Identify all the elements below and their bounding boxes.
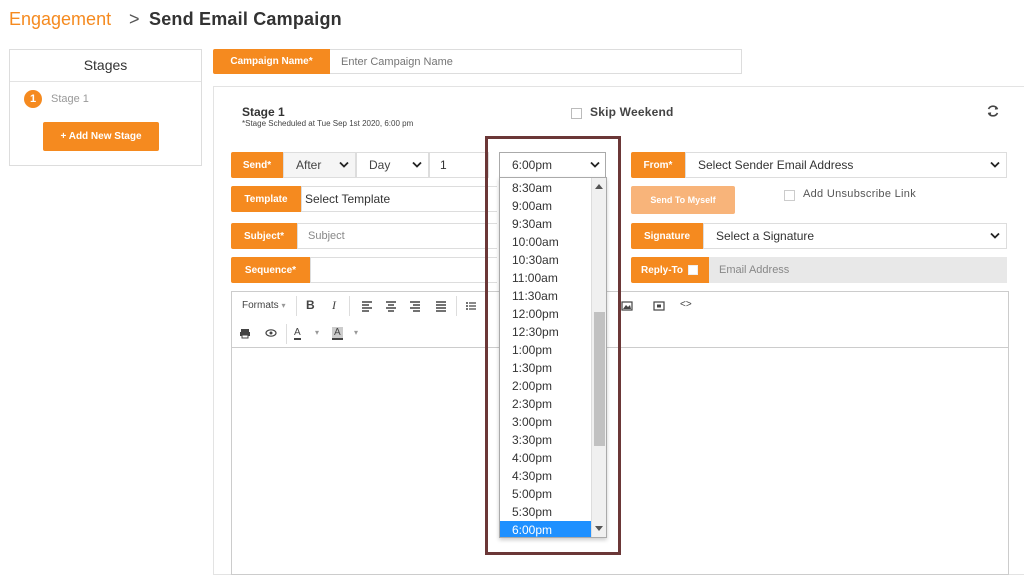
reply-to-label: Reply-To xyxy=(631,257,709,283)
bullet-list-icon[interactable] xyxy=(460,295,482,317)
send-label: Send* xyxy=(231,152,283,178)
chevron-down-icon xyxy=(990,232,1000,239)
scroll-down-icon[interactable] xyxy=(595,526,603,531)
unsubscribe-link-label: Add Unsubscribe Link xyxy=(803,188,917,200)
formats-dropdown[interactable]: Formats ▾ xyxy=(242,300,285,311)
refresh-icon[interactable] xyxy=(986,104,1000,118)
send-time-value: 6:00pm xyxy=(512,158,553,172)
align-center-icon[interactable] xyxy=(380,295,402,317)
text-color-icon[interactable]: A xyxy=(294,327,301,340)
time-option[interactable]: 8:30am xyxy=(500,179,591,197)
print-icon[interactable] xyxy=(234,322,256,344)
time-options-list: 8:30am 9:00am 9:30am 10:00am 10:30am 11:00am 1… xyxy=(500,179,591,537)
campaign-name-label: Campaign Name* xyxy=(213,49,330,74)
sequence-label: Sequence* xyxy=(231,257,310,283)
time-option[interactable]: 5:30pm xyxy=(500,503,591,521)
chevron-down-icon xyxy=(990,161,1000,168)
time-option[interactable]: 4:00pm xyxy=(500,449,591,467)
email-body-editor[interactable]: Formats ▾ B I <> A ▾ A ▾ xyxy=(231,291,1009,575)
time-option[interactable]: 12:30pm xyxy=(500,323,591,341)
stage-item[interactable]: 1 Stage 1 xyxy=(24,90,89,108)
stages-panel: Stages 1 Stage 1 + Add New Stage xyxy=(9,49,202,166)
formats-label: Formats xyxy=(242,300,279,311)
from-email-select[interactable]: Select Sender Email Address xyxy=(685,152,1007,178)
stage-number-badge: 1 xyxy=(24,90,42,108)
time-option[interactable]: 2:30pm xyxy=(500,395,591,413)
time-option[interactable]: 6:00pm xyxy=(500,521,591,537)
stage-item-label: Stage 1 xyxy=(51,93,89,105)
from-email-value: Select Sender Email Address xyxy=(698,158,854,172)
reply-to-checkbox[interactable] xyxy=(688,265,699,275)
time-option[interactable]: 3:30pm xyxy=(500,431,591,449)
time-option[interactable]: 1:00pm xyxy=(500,341,591,359)
chevron-down-icon[interactable]: ▾ xyxy=(354,328,358,337)
template-select[interactable]: Select Template xyxy=(301,186,497,212)
image-icon[interactable] xyxy=(616,295,638,317)
chevron-down-icon xyxy=(590,161,600,168)
align-right-icon[interactable] xyxy=(404,295,426,317)
time-option[interactable]: 12:00pm xyxy=(500,305,591,323)
editor-toolbar: Formats ▾ B I <> A ▾ A ▾ xyxy=(232,292,1008,348)
time-option[interactable]: 10:00am xyxy=(500,233,591,251)
time-option[interactable]: 9:30am xyxy=(500,215,591,233)
chevron-down-icon xyxy=(339,161,349,168)
send-unit-value: Day xyxy=(369,158,391,172)
signature-label: Signature xyxy=(631,223,703,249)
stage-title: Stage 1 xyxy=(242,105,285,119)
send-count-input[interactable]: 1 xyxy=(429,152,489,178)
align-left-icon[interactable] xyxy=(356,295,378,317)
time-option[interactable]: 9:00am xyxy=(500,197,591,215)
scroll-up-icon[interactable] xyxy=(595,184,603,189)
preview-eye-icon[interactable] xyxy=(260,322,282,344)
skip-weekend-label: Skip Weekend xyxy=(590,105,674,119)
subject-input[interactable]: Subject xyxy=(297,223,497,249)
align-justify-icon[interactable] xyxy=(430,295,452,317)
background-color-icon[interactable]: A xyxy=(332,327,343,340)
time-option[interactable]: 1:30pm xyxy=(500,359,591,377)
bold-icon[interactable]: B xyxy=(306,298,315,312)
chevron-down-icon[interactable]: ▾ xyxy=(315,328,319,337)
skip-weekend-checkbox[interactable] xyxy=(571,108,582,119)
send-time-select[interactable]: 6:00pm xyxy=(499,152,606,178)
media-icon[interactable] xyxy=(648,295,670,317)
time-option[interactable]: 5:00pm xyxy=(500,485,591,503)
time-option[interactable]: 4:30pm xyxy=(500,467,591,485)
time-options-dropdown[interactable]: 8:30am 9:00am 9:30am 10:00am 10:30am 11:00am 1… xyxy=(499,177,607,538)
send-to-myself-button[interactable]: Send To Myself xyxy=(631,186,735,214)
sequence-select[interactable] xyxy=(310,257,497,283)
campaign-name-input[interactable] xyxy=(330,49,742,74)
signature-value: Select a Signature xyxy=(716,229,815,243)
time-option[interactable]: 11:00am xyxy=(500,269,591,287)
unsubscribe-link-checkbox[interactable] xyxy=(784,190,795,201)
time-option[interactable]: 10:30am xyxy=(500,251,591,269)
stages-title: Stages xyxy=(10,50,201,82)
time-option[interactable]: 11:30am xyxy=(500,287,591,305)
from-label: From* xyxy=(631,152,685,178)
scrollbar-thumb[interactable] xyxy=(594,312,605,446)
italic-icon[interactable]: I xyxy=(332,298,336,313)
breadcrumb-engagement-link[interactable]: Engagement xyxy=(9,9,111,30)
send-unit-select[interactable]: Day xyxy=(356,152,429,178)
subject-label: Subject* xyxy=(231,223,297,249)
breadcrumb-separator: > xyxy=(129,9,140,29)
template-label: Template xyxy=(231,186,301,212)
reply-to-input[interactable]: Email Address xyxy=(709,257,1007,283)
add-new-stage-button[interactable]: + Add New Stage xyxy=(43,122,159,151)
time-option[interactable]: 3:00pm xyxy=(500,413,591,431)
stage-schedule-text: *Stage Scheduled at Tue Sep 1st 2020, 6:… xyxy=(242,119,414,128)
send-when-value: After xyxy=(296,158,322,172)
page-title: Send Email Campaign xyxy=(149,9,342,29)
chevron-down-icon xyxy=(412,161,422,168)
time-option[interactable]: 2:00pm xyxy=(500,377,591,395)
dropdown-scrollbar[interactable] xyxy=(591,178,606,537)
send-when-select[interactable]: After xyxy=(283,152,356,178)
reply-to-label-text: Reply-To xyxy=(641,264,684,276)
signature-select[interactable]: Select a Signature xyxy=(703,223,1007,249)
code-icon[interactable]: <> xyxy=(680,299,692,310)
